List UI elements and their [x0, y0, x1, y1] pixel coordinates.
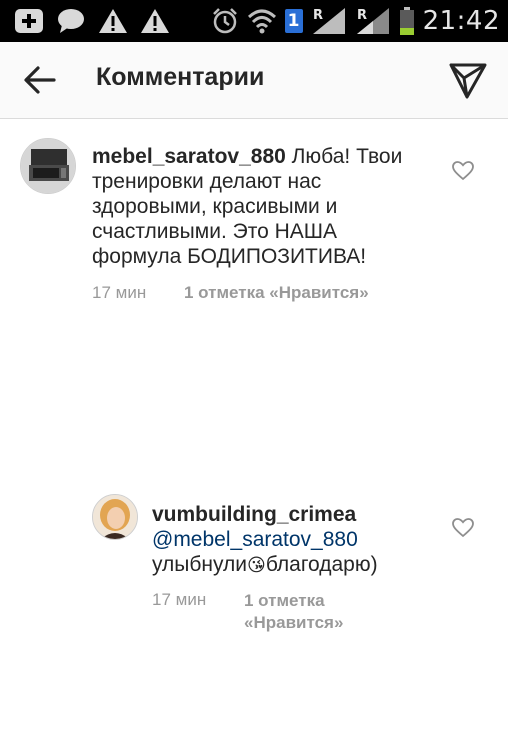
app-bar: Комментарии [0, 42, 508, 119]
warning-icon [99, 9, 127, 33]
comment-text: vumbuilding_crimea @mebel_saratov_880 ул… [152, 502, 442, 578]
kiss-emoji: 😘 [247, 555, 266, 575]
system-icons: 1 R R 21:42 [211, 4, 500, 38]
signal-roaming-icon: R [312, 8, 345, 34]
like-heart-icon[interactable] [452, 518, 474, 538]
send-icon[interactable] [448, 60, 488, 100]
like-heart-icon[interactable] [452, 161, 474, 181]
status-bar: 1 R R 21:42 [0, 0, 508, 42]
sim-badge: 1 [284, 9, 303, 33]
add-notification-icon [15, 9, 43, 33]
avatar[interactable] [20, 138, 76, 194]
chat-bubble-icon [58, 9, 84, 33]
roaming-label: R [357, 8, 367, 23]
signal-roaming-icon: R [356, 8, 389, 34]
wifi-icon [247, 9, 276, 34]
comment-meta: 17 мин 1 отметка «Нравится» [152, 590, 343, 634]
comment-meta: 17 мин 1 отметка «Нравится» [92, 283, 369, 303]
comment-time: 17 мин [152, 590, 207, 609]
comment-text: mebel_saratov_880 Люба! Твои тренировки … [92, 145, 403, 268]
roaming-label: R [313, 8, 323, 23]
battery-icon [399, 7, 414, 35]
username[interactable]: vumbuilding_crimea [152, 502, 442, 527]
username[interactable]: mebel_saratov_880 [92, 145, 286, 168]
furniture-avatar-image [21, 139, 75, 193]
likes-count[interactable]: 1 отметка «Нравится» [244, 590, 343, 634]
alarm-icon [212, 8, 237, 34]
likes-count[interactable]: 1 отметка «Нравится» [184, 283, 369, 303]
notification-icons [14, 6, 170, 36]
avatar[interactable] [92, 494, 138, 540]
back-arrow-icon[interactable] [22, 62, 58, 98]
page-title: Комментарии [96, 63, 265, 91]
warning-icon [141, 9, 169, 33]
clock: 21:42 [422, 6, 500, 36]
profile-photo-image [93, 495, 137, 539]
mention-link[interactable]: @mebel_saratov_880 [152, 527, 442, 552]
comment-time: 17 мин [92, 283, 147, 302]
